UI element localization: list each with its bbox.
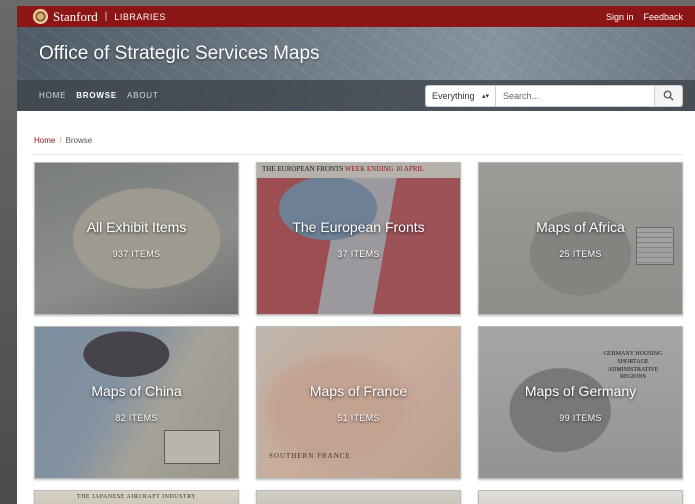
card-title: Maps of France xyxy=(309,383,408,399)
search-button[interactable] xyxy=(655,84,683,107)
card-european-fronts[interactable]: THE EUROPEAN FRONTS WEEK ENDING 10 APRIL… xyxy=(256,162,461,315)
site-title[interactable]: Office of Strategic Services Maps xyxy=(39,43,320,65)
card-overlay xyxy=(257,163,460,314)
logo-divider: | xyxy=(104,11,108,22)
search-form: Everything ▴▾ xyxy=(425,84,683,107)
card-overlay xyxy=(479,327,682,478)
card-japanese-aircraft-industry[interactable]: THE JAPANESE AIRCRAFT INDUSTRY xyxy=(34,490,239,504)
card-title: Maps of Germany xyxy=(524,383,637,399)
search-scope-value: Everything xyxy=(432,90,475,101)
card-title: Maps of Africa xyxy=(536,219,625,235)
card-maps-of-china[interactable]: Maps of China 82 ITEMS xyxy=(34,326,239,479)
card-overlay xyxy=(479,163,682,314)
top-links: Sign in Feedback xyxy=(606,12,683,22)
card-count: 37 ITEMS xyxy=(337,249,380,259)
nav-bar: HOME BROWSE ABOUT Everything ▴▾ xyxy=(17,80,695,111)
card-overlay xyxy=(257,327,460,478)
card-count: 25 ITEMS xyxy=(559,249,602,259)
collection-grid: All Exhibit Items 937 ITEMS THE EUROPEAN… xyxy=(34,162,683,504)
card-title: The European Fronts xyxy=(292,219,425,235)
masthead: Office of Strategic Services Maps HOME B… xyxy=(17,27,695,111)
stanford-libraries-logo[interactable]: Stanford | LIBRARIES xyxy=(33,9,166,25)
search-icon xyxy=(663,90,674,101)
feedback-link[interactable]: Feedback xyxy=(643,12,683,22)
logo-text: Stanford xyxy=(53,8,98,24)
nav-about[interactable]: ABOUT xyxy=(127,91,159,100)
sign-in-link[interactable]: Sign in xyxy=(606,12,634,22)
breadcrumb-separator: / xyxy=(59,136,62,145)
main-nav: HOME BROWSE ABOUT xyxy=(39,91,159,100)
card-overlay xyxy=(35,163,238,314)
browser-window: Stanford | LIBRARIES Sign in Feedback Of… xyxy=(17,6,695,504)
search-input[interactable] xyxy=(495,84,655,107)
card-maps-of-africa[interactable]: Maps of Africa 25 ITEMS xyxy=(478,162,683,315)
stanford-seal-icon xyxy=(33,9,48,24)
card-title: Maps of China xyxy=(91,383,182,399)
breadcrumb-home[interactable]: Home xyxy=(34,136,55,145)
card-count: 82 ITEMS xyxy=(115,413,158,423)
card-title: All Exhibit Items xyxy=(86,219,187,235)
card-count: 99 ITEMS xyxy=(559,413,602,423)
card-collection[interactable] xyxy=(256,490,461,504)
card-maps-of-france[interactable]: SOUTHERN FRANCE Maps of France 51 ITEMS xyxy=(256,326,461,479)
top-bar: Stanford | LIBRARIES Sign in Feedback xyxy=(17,6,695,27)
card-all-exhibit-items[interactable]: All Exhibit Items 937 ITEMS xyxy=(34,162,239,315)
logo-subtitle: LIBRARIES xyxy=(114,11,166,22)
map-header: THE JAPANESE AIRCRAFT INDUSTRY xyxy=(76,494,197,500)
breadcrumb-current: Browse xyxy=(65,136,93,145)
card-overlay xyxy=(35,327,238,478)
nav-home[interactable]: HOME xyxy=(39,91,66,100)
breadcrumb: Home / Browse xyxy=(34,136,683,155)
search-scope-select[interactable]: Everything ▴▾ xyxy=(425,84,495,107)
card-count: 51 ITEMS xyxy=(337,413,380,423)
select-arrows-icon: ▴▾ xyxy=(481,92,489,100)
card-collection[interactable] xyxy=(478,490,683,504)
nav-browse[interactable]: BROWSE xyxy=(76,91,117,100)
card-maps-of-germany[interactable]: GERMANY HOUSING SHORTAGE ADMINISTRATIVE … xyxy=(478,326,683,479)
card-count: 937 ITEMS xyxy=(112,249,161,259)
